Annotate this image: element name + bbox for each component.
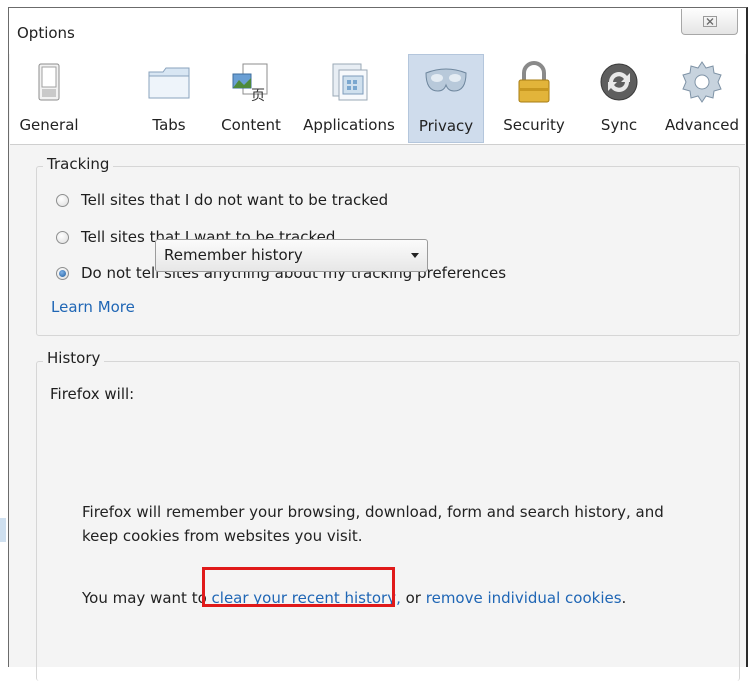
title-bar: Options	[9, 8, 746, 54]
radio-button[interactable]	[56, 193, 69, 207]
pane-label: Content	[221, 116, 281, 134]
firefox-will-label: Firefox will:	[50, 385, 135, 403]
padlock-icon	[518, 61, 550, 103]
pane-label: Sync	[600, 116, 638, 134]
pane-label: Tabs	[152, 116, 186, 134]
pane-general[interactable]: General	[10, 54, 88, 143]
background-window-edge	[0, 518, 6, 542]
history-description-line: keep cookies from websites you visit.	[82, 527, 363, 545]
pane-label: Applications	[303, 116, 395, 134]
pane-privacy[interactable]: Privacy	[408, 54, 484, 143]
gear-icon	[682, 61, 722, 103]
pane-content[interactable]: 页 Content	[214, 54, 288, 143]
window-title: Options	[17, 24, 75, 42]
switch-icon	[38, 63, 60, 101]
svg-text:页: 页	[251, 88, 265, 104]
history-description: Firefox will remember your browsing, dow…	[82, 500, 664, 548]
mask-icon	[425, 68, 467, 92]
history-links-line: You may want to clear your recent histor…	[82, 586, 626, 610]
sync-icon	[600, 63, 638, 101]
pane-label: Advanced	[664, 116, 740, 134]
close-button[interactable]	[681, 9, 738, 35]
pane-security[interactable]: Security	[494, 54, 574, 143]
history-description-line: Firefox will remember your browsing, dow…	[82, 503, 664, 521]
pane-sync[interactable]: Sync	[584, 54, 654, 143]
privacy-panel: Tracking Tell sites that I do not want t…	[10, 145, 745, 681]
pane-advanced[interactable]: Advanced	[658, 54, 746, 143]
options-dialog: Options General Tabs 页 Content Applicati…	[8, 7, 748, 681]
learn-more-link[interactable]: Learn More	[51, 298, 135, 316]
history-caption: History	[43, 349, 105, 367]
radio-label: Tell sites that I do not want to be trac…	[81, 191, 389, 209]
pane-label: Privacy	[418, 117, 474, 135]
close-icon	[702, 16, 717, 27]
clear-recent-history-link[interactable]: clear your recent history,	[212, 589, 401, 607]
pane-label: Security	[503, 116, 565, 134]
pane-applications[interactable]: Applications	[298, 54, 400, 143]
period-text: .	[621, 589, 627, 607]
chevron-down-icon	[411, 253, 419, 258]
radio-do-not-track[interactable]: Tell sites that I do not want to be trac…	[56, 191, 388, 209]
tracking-caption: Tracking	[43, 155, 114, 173]
history-mode-dropdown[interactable]: Remember history	[155, 239, 428, 272]
history-mode-value: Remember history	[164, 246, 303, 264]
radio-button[interactable]	[56, 230, 69, 244]
or-text: or	[400, 589, 426, 607]
folder-tabs-icon	[148, 67, 190, 99]
content-page-icon: 页	[232, 63, 268, 104]
applications-icon	[332, 63, 368, 101]
pane-label: General	[19, 116, 79, 134]
preferences-toolbar: General Tabs 页 Content Applications Priv…	[10, 54, 745, 145]
pane-tabs[interactable]: Tabs	[138, 54, 200, 143]
remove-cookies-link[interactable]: remove individual cookies	[426, 589, 622, 607]
you-may-want-text: You may want to	[82, 589, 207, 607]
radio-button-checked[interactable]	[56, 266, 69, 280]
